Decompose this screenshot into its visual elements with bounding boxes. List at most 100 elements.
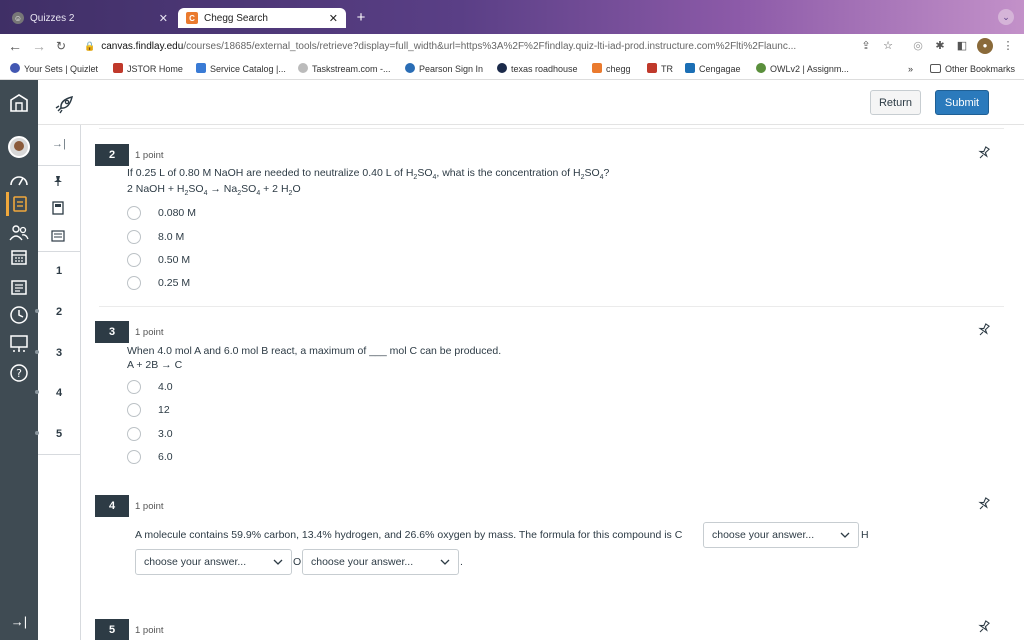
bookmark-taskstream[interactable]: Taskstream.com -... xyxy=(298,62,391,76)
inbox-icon[interactable] xyxy=(8,276,30,298)
tab-search-icon[interactable]: ⌄ xyxy=(998,9,1014,25)
forward-icon[interactable]: → xyxy=(30,37,48,55)
question-text: A molecule contains 59.9% carbon, 13.4% … xyxy=(135,529,683,541)
account-avatar[interactable] xyxy=(8,136,30,158)
courses-icon[interactable] xyxy=(6,192,28,216)
question-nav-item[interactable]: 1 xyxy=(38,251,80,291)
history-clock-icon[interactable] xyxy=(8,304,30,326)
question-text: When 4.0 mol A and 6.0 mol B react, a ma… xyxy=(127,345,502,357)
bookmark-chegg[interactable]: chegg xyxy=(592,62,631,76)
global-navigation: ? →| xyxy=(0,80,38,640)
browser-tab-quizzes[interactable]: ☺ Quizzes 2 ✕ xyxy=(4,8,176,28)
service-catalog-icon xyxy=(196,63,206,73)
owlv2-icon xyxy=(756,63,766,73)
back-icon[interactable]: ← xyxy=(6,37,24,55)
lock-icon: 🔒 xyxy=(84,41,96,51)
bookmark-texas-roadhouse[interactable]: texas roadhouse xyxy=(497,62,578,76)
help-icon[interactable]: ? xyxy=(8,362,30,384)
taskstream-icon xyxy=(298,63,308,73)
bookmark-jstor[interactable]: JSTOR Home xyxy=(113,62,183,76)
question-nav-item[interactable]: 5 xyxy=(35,414,80,454)
url-path: /courses/18685/external_tools/retrieve?d… xyxy=(183,41,797,52)
notes-icon[interactable] xyxy=(50,228,66,244)
bookmark-cengage[interactable]: Cengagae xyxy=(685,62,741,76)
bookmarks-overflow[interactable]: » xyxy=(908,62,913,76)
question-nav-number: 4 xyxy=(55,387,63,399)
answer-label: 4.0 xyxy=(158,381,173,393)
folder-icon xyxy=(930,64,941,73)
share-icon[interactable]: ⇪ xyxy=(858,38,874,54)
answer-option[interactable]: 4.0 xyxy=(127,379,173,395)
inline-element-h: H xyxy=(861,529,869,541)
submit-button[interactable]: Submit xyxy=(935,90,989,115)
calendar-icon[interactable] xyxy=(8,246,30,268)
bookmark-tr[interactable]: TR xyxy=(647,62,673,76)
question-separator xyxy=(99,128,1004,129)
address-bar[interactable]: 🔒 canvas.findlay.edu/courses/18685/extern… xyxy=(84,37,854,55)
other-bookmarks[interactable]: Other Bookmarks xyxy=(930,62,1015,76)
answer-label: 8.0 M xyxy=(158,231,185,243)
answer-label: 0.080 M xyxy=(158,207,196,219)
radio-button[interactable] xyxy=(127,403,141,417)
radio-button[interactable] xyxy=(127,206,141,220)
answer-option[interactable]: 6.0 xyxy=(127,449,173,465)
question-number: 3 xyxy=(95,321,129,343)
pin-question-icon[interactable] xyxy=(977,620,993,636)
findlay-logo-icon[interactable] xyxy=(8,92,30,114)
divider xyxy=(38,165,80,166)
answer-option[interactable]: 12 xyxy=(127,402,170,418)
groups-icon[interactable] xyxy=(8,222,30,244)
profile-avatar[interactable]: ● xyxy=(977,38,993,54)
tab-close-icon[interactable]: ✕ xyxy=(159,12,168,25)
tab-close-icon[interactable]: ✕ xyxy=(329,12,338,25)
bookmark-owlv2[interactable]: OWLv2 | Assignm... xyxy=(756,62,849,76)
collapse-nav-icon[interactable]: →| xyxy=(9,614,29,630)
pin-question-icon[interactable] xyxy=(977,497,993,513)
studio-icon[interactable] xyxy=(8,332,30,354)
question-nav-item[interactable]: 2 xyxy=(35,292,80,332)
question-nav-number: 1 xyxy=(55,265,63,277)
pin-question-icon[interactable] xyxy=(977,323,993,339)
hydrogen-count-select[interactable]: choose your answer... xyxy=(135,549,292,575)
radio-button[interactable] xyxy=(127,380,141,394)
return-button[interactable]: Return xyxy=(870,90,921,115)
answer-option[interactable]: 0.080 M xyxy=(127,205,196,221)
question-nav-item[interactable]: 4 xyxy=(35,373,80,413)
calculator-icon[interactable] xyxy=(50,200,66,216)
reload-icon[interactable]: ↻ xyxy=(52,37,70,55)
answer-option[interactable]: 0.50 M xyxy=(127,252,190,268)
question-equation: 2 NaOH + H2SO4 → Na2SO4 + 2 H2O xyxy=(127,183,301,198)
question-number: 5 xyxy=(95,619,129,640)
carbon-count-select[interactable]: choose your answer... xyxy=(703,522,859,548)
extension-shield-icon[interactable]: ◎ xyxy=(910,38,926,54)
quiz-content: 2 1 point If 0.25 L of 0.80 M NaOH are n… xyxy=(81,125,1024,640)
question-points: 1 point xyxy=(135,625,164,636)
question-nav-item[interactable]: 3 xyxy=(35,333,80,373)
answer-option[interactable]: 8.0 M xyxy=(127,229,184,245)
question-points: 1 point xyxy=(135,501,164,512)
radio-button[interactable] xyxy=(127,450,141,464)
answer-option[interactable]: 3.0 xyxy=(127,426,173,442)
bookmark-label: OWLv2 | Assignm... xyxy=(770,64,849,74)
radio-button[interactable] xyxy=(127,427,141,441)
extensions-puzzle-icon[interactable]: ✱ xyxy=(932,38,948,54)
browser-tab-chegg[interactable]: C Chegg Search ✕ xyxy=(178,8,346,28)
browser-tab-bar: ☺ Quizzes 2 ✕ C Chegg Search ✕ + ⌄ xyxy=(0,0,1024,34)
dashboard-icon[interactable] xyxy=(8,168,30,190)
expand-panel-icon[interactable]: →| xyxy=(52,138,66,150)
radio-button[interactable] xyxy=(127,253,141,267)
browser-menu-icon[interactable]: ⋮ xyxy=(1000,38,1016,54)
oxygen-count-select[interactable]: choose your answer... xyxy=(302,549,459,575)
new-tab-icon[interactable]: + xyxy=(352,9,370,27)
bookmark-quizlet[interactable]: Your Sets | Quizlet xyxy=(10,62,98,76)
bookmark-service-catalog[interactable]: Service Catalog |... xyxy=(196,62,286,76)
pin-question-icon[interactable] xyxy=(977,146,993,162)
bookmark-star-icon[interactable]: ☆ xyxy=(880,38,896,54)
pearson-icon xyxy=(405,63,415,73)
radio-button[interactable] xyxy=(127,230,141,244)
side-panel-icon[interactable]: ◧ xyxy=(954,38,970,54)
radio-button[interactable] xyxy=(127,276,141,290)
pin-filled-icon[interactable] xyxy=(50,173,66,189)
answer-option[interactable]: 0.25 M xyxy=(127,275,190,291)
bookmark-pearson[interactable]: Pearson Sign In xyxy=(405,62,483,76)
